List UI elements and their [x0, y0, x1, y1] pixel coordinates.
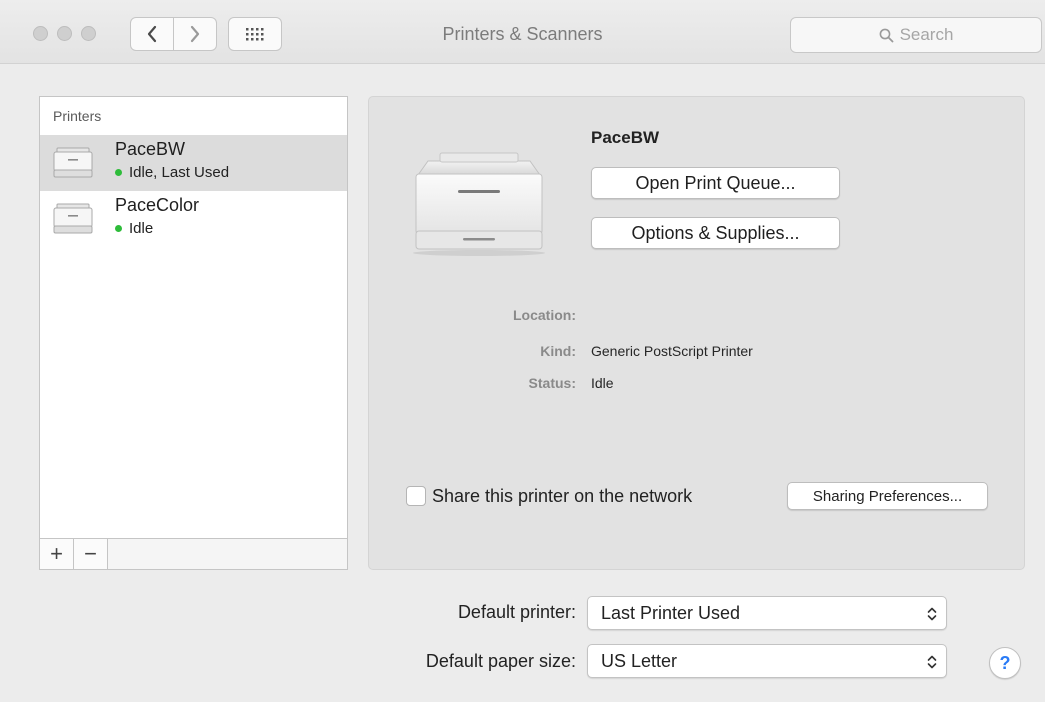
default-printer-value: Last Printer Used	[601, 602, 741, 623]
remove-printer-button[interactable]: −	[74, 539, 108, 569]
minimize-window-button[interactable]	[57, 26, 72, 41]
default-paper-size-select[interactable]: US Letter	[587, 644, 947, 678]
search-icon	[879, 28, 893, 42]
search-placeholder: Search	[899, 25, 954, 44]
share-printer-checkbox[interactable]	[406, 486, 426, 506]
status-value: Idle	[591, 375, 614, 391]
navigation-buttons	[130, 17, 217, 51]
sharing-preferences-button[interactable]: Sharing Preferences...	[787, 482, 988, 510]
printer-list-toolbar: + −	[40, 538, 347, 569]
default-paper-size-label: Default paper size:	[425, 651, 576, 671]
back-button[interactable]	[131, 18, 173, 50]
printer-status-text: Idle	[129, 220, 154, 237]
status-dot-icon	[115, 169, 122, 176]
default-paper-size-value: US Letter	[601, 650, 678, 671]
chevron-left-icon	[147, 25, 157, 43]
default-printer-select[interactable]: Last Printer Used	[587, 596, 947, 630]
share-printer-label[interactable]: Share this printer on the network	[432, 486, 692, 507]
updown-chevron-icon	[927, 607, 937, 621]
printer-icon	[53, 147, 93, 178]
printer-list: Printers PaceBW Idle, Last Used PaceColo…	[39, 96, 348, 570]
printer-status: Idle	[115, 220, 153, 237]
printer-status: Idle, Last Used	[115, 164, 229, 181]
kind-value: Generic PostScript Printer	[591, 343, 753, 359]
location-label: Location:	[513, 307, 576, 323]
search-field[interactable]: Search	[790, 17, 1042, 53]
zoom-window-button[interactable]	[81, 26, 96, 41]
close-window-button[interactable]	[33, 26, 48, 41]
printer-status-text: Idle, Last Used	[129, 164, 230, 181]
options-supplies-button[interactable]: Options & Supplies...	[591, 217, 840, 249]
printer-list-item[interactable]: PaceColor Idle	[40, 191, 347, 247]
show-all-button[interactable]	[228, 17, 282, 51]
printer-name: PaceBW	[115, 139, 186, 159]
kind-label: Kind:	[540, 343, 576, 359]
forward-button[interactable]	[173, 18, 216, 50]
printer-list-item[interactable]: PaceBW Idle, Last Used	[40, 135, 347, 191]
status-dot-icon	[115, 225, 122, 232]
status-label: Status:	[528, 375, 576, 391]
printer-detail-panel: PaceBW Open Print Queue... Options & Sup…	[368, 96, 1025, 570]
printer-name: PaceColor	[115, 195, 200, 215]
selected-printer-name: PaceBW	[591, 128, 660, 147]
add-printer-button[interactable]: +	[40, 539, 74, 569]
printer-icon	[53, 203, 93, 234]
default-printer-label: Default printer:	[457, 602, 576, 622]
open-print-queue-button[interactable]: Open Print Queue...	[591, 167, 840, 199]
title-bar: Printers & Scanners Search	[0, 0, 1045, 64]
printer-image-icon	[413, 152, 545, 256]
printer-list-header: Printers	[53, 108, 102, 124]
grid-icon	[246, 28, 264, 41]
help-button[interactable]: ?	[989, 647, 1021, 679]
chevron-right-icon	[190, 25, 200, 43]
updown-chevron-icon	[927, 655, 937, 669]
